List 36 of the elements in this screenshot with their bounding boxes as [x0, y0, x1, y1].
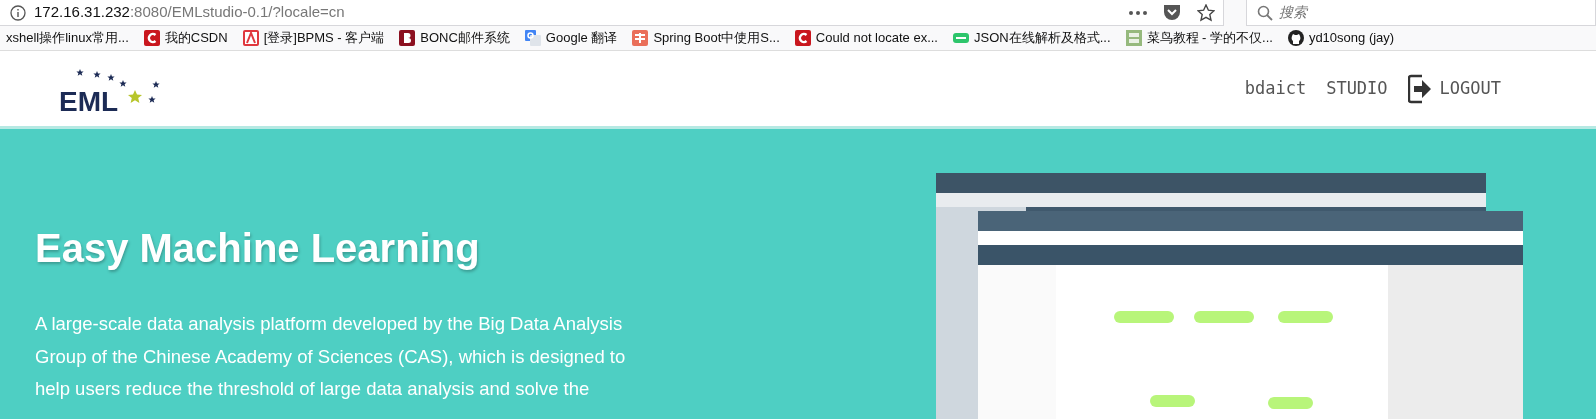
c-logo-icon — [794, 30, 811, 46]
bookmark-link[interactable]: 我的CSDN — [137, 28, 237, 48]
url-text: 172.16.31.232:8080/EMLstudio-0.1/?locale=cn — [34, 2, 345, 23]
translate-icon — [524, 30, 541, 46]
hero-text-line: help users reduce the threshold of large data analysis and solve the — [35, 377, 591, 401]
bookmark-link[interactable]: BONC邮件系统 — [393, 28, 519, 48]
address-bar[interactable]: 172.16.31.232:8080/EMLstudio-0.1/?locale=cn — [0, 0, 1224, 26]
b-logo-icon — [399, 30, 416, 46]
logo[interactable]: EML — [55, 60, 165, 117]
bookmark-link[interactable]: Spring Boot中使用S... — [626, 28, 789, 48]
info-icon — [10, 4, 26, 21]
logout-icon — [1407, 73, 1434, 104]
bookmark-link[interactable]: JSON在线解析及格式... — [947, 28, 1120, 48]
bookmark-icon — [1125, 30, 1142, 46]
nav-link[interactable]: bdaict — [1244, 75, 1307, 102]
json-icon — [953, 30, 969, 46]
nav-link[interactable]: STUDIO — [1326, 75, 1388, 102]
logout-link[interactable]: LOGOUT — [1407, 73, 1501, 104]
search-box[interactable]: 搜索 — [1246, 0, 1596, 26]
bookmark-link[interactable]: xshell操作linux常用... — [0, 28, 138, 48]
bookmark-link[interactable]: yd10song (jay) — [1281, 28, 1404, 48]
pocket-icon[interactable] — [1163, 4, 1181, 21]
c-logo-icon — [143, 30, 160, 46]
hero-title: Easy Machine Learning — [35, 225, 481, 272]
a-logo-icon — [242, 30, 259, 46]
star-icon[interactable] — [1197, 3, 1215, 22]
bookmark-link[interactable]: Google 翻译 — [518, 28, 627, 48]
search-icon — [1257, 4, 1273, 21]
more-icon[interactable] — [1129, 10, 1147, 15]
hero-text-line: A large-scale data analysis platform developed by the Big Data Analysis — [35, 312, 624, 336]
bookmark-link[interactable]: [登录]BPMS - 客户端 — [236, 28, 394, 48]
bookmark-link[interactable]: Could not locate ex... — [788, 28, 947, 48]
github-icon — [1287, 30, 1304, 46]
bookmark-icon — [632, 30, 649, 46]
hero-text-line: Group of the Chinese Academy of Sciences (CAS), which is designed to — [35, 344, 627, 369]
bookmark-link[interactable]: 菜鸟教程 - 学的不仅... — [1119, 28, 1282, 48]
